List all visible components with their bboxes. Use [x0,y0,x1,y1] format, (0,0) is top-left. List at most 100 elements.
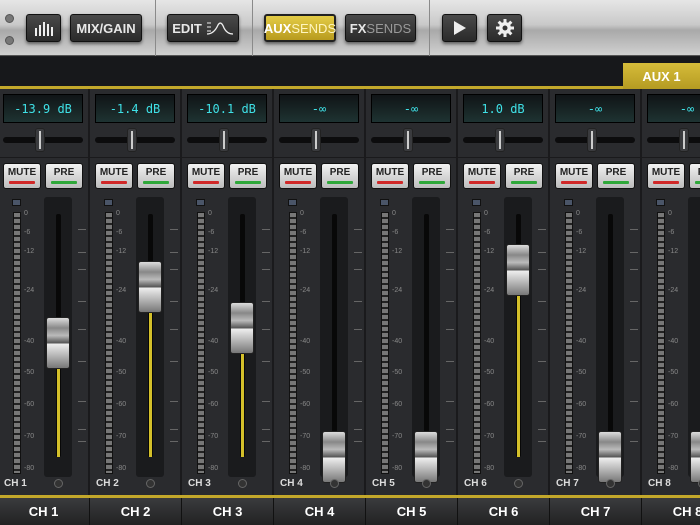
meter-scale-label: -24 [300,286,311,294]
mute-indicator [101,181,127,184]
clip-indicator [564,199,573,206]
meter-scale-label: -40 [24,337,35,345]
fader-knob[interactable] [690,431,700,483]
fader-tick [262,252,270,253]
pan-knob[interactable] [311,128,321,152]
fader-level-fill [149,312,152,457]
channel-name-tab[interactable]: CH 3 [182,498,274,525]
edit-button[interactable]: EDIT [167,14,239,42]
tab-aux-1[interactable]: AUX 1 [623,63,700,89]
mute-button[interactable]: MUTE [555,163,593,189]
pre-label: PRE [605,167,627,178]
mute-button[interactable]: MUTE [279,163,317,189]
fader-tick [262,229,270,230]
pre-label: PRE [421,167,443,178]
mix-gain-button[interactable]: MIX/GAIN [70,14,142,42]
pre-button[interactable]: PRE [689,163,700,189]
channel-label: CH 4 [280,478,303,489]
channel-name-tab[interactable]: CH 6 [458,498,550,525]
bar-meter-icon [34,22,53,36]
meter-scale-label: -80 [24,465,35,472]
mute-button[interactable]: MUTE [187,163,225,189]
pan-knob[interactable] [219,128,229,152]
meter-scale-label: -80 [300,465,311,472]
sends-label: SENDS [291,20,337,36]
channel-name-tab[interactable]: CH 1 [0,498,90,525]
fader-knob[interactable] [506,243,530,296]
fader-track[interactable] [608,214,613,457]
meter-scale-label: -12 [116,248,127,256]
channel-strip: -∞ MUTE PRE 0 -6 -12 -24 -40 -50 -60 -70 -80 CH … [274,89,366,495]
meter-scale-label: -50 [392,369,403,377]
level-meter [565,212,573,474]
fader-tick [78,269,86,270]
meter-scale-label: -60 [668,401,679,409]
fader-knob[interactable] [598,431,622,483]
channel-name-tab[interactable]: CH 7 [550,498,642,525]
meter-scale-label: -80 [116,465,127,472]
mute-button[interactable]: MUTE [95,163,133,189]
screw-icon [5,14,14,23]
pan-knob[interactable] [587,128,597,152]
link-icon[interactable] [514,479,523,488]
pre-button[interactable]: PRE [321,163,359,189]
link-icon[interactable] [238,479,247,488]
aux-label: AUX [263,20,292,36]
meter-scale-label: -80 [392,465,403,472]
mute-button[interactable]: MUTE [647,163,685,189]
pan-knob[interactable] [495,128,505,152]
link-icon[interactable] [422,479,431,488]
meter-scale-label: -12 [484,248,495,256]
pre-indicator [603,181,629,184]
fader-knob[interactable] [322,431,346,483]
fader-knob[interactable] [414,431,438,483]
aux-sends-button[interactable]: AUX SENDS [264,14,336,42]
fx-sends-button[interactable]: FX SENDS [345,14,416,42]
fader-knob[interactable] [46,316,70,369]
pan-knob[interactable] [35,128,45,152]
fader-track[interactable] [424,214,429,457]
fader-knob[interactable] [230,302,254,355]
channel-name-tab[interactable]: CH 2 [90,498,182,525]
pre-button[interactable]: PRE [413,163,451,189]
play-button[interactable] [442,14,477,42]
meters-view-button[interactable] [26,14,61,42]
meter-scale-label: -70 [576,433,587,441]
meter-scale-label: -24 [208,286,219,294]
pan-knob[interactable] [403,128,413,152]
channel-name-tab[interactable]: CH 8 [642,498,700,525]
link-icon[interactable] [606,479,615,488]
fader-track[interactable] [332,214,337,457]
link-icon[interactable] [330,479,339,488]
fader-level-fill [57,368,60,457]
pre-button[interactable]: PRE [229,163,267,189]
fader-tick [262,441,270,442]
meter-scale-label: -6 [392,229,399,237]
mute-button[interactable]: MUTE [371,163,409,189]
divider [182,157,274,158]
pre-button[interactable]: PRE [45,163,83,189]
mute-indicator [377,181,403,184]
pan-knob[interactable] [127,128,137,152]
fader-knob[interactable] [138,260,162,313]
channel-name-tab[interactable]: CH 4 [274,498,366,525]
fader-tick [630,401,638,402]
link-icon[interactable] [146,479,155,488]
fader-tick [538,301,546,302]
mute-button[interactable]: MUTE [463,163,501,189]
fader-tick [170,301,178,302]
pre-button[interactable]: PRE [505,163,543,189]
channel-name-tab[interactable]: CH 5 [366,498,458,525]
play-icon [453,21,466,35]
link-icon[interactable] [54,479,63,488]
pan-knob[interactable] [679,128,689,152]
settings-button[interactable] [487,14,522,42]
pre-button[interactable]: PRE [597,163,635,189]
fader-tick [630,441,638,442]
channel-strip: -10.1 dB MUTE PRE 0 -6 -12 -24 -40 -50 -60 -70 -… [182,89,274,495]
meter-scale-label: -70 [116,433,127,441]
pre-button[interactable]: PRE [137,163,175,189]
pan-slider[interactable] [647,137,700,143]
fader-tick [354,361,362,362]
mute-button[interactable]: MUTE [3,163,41,189]
